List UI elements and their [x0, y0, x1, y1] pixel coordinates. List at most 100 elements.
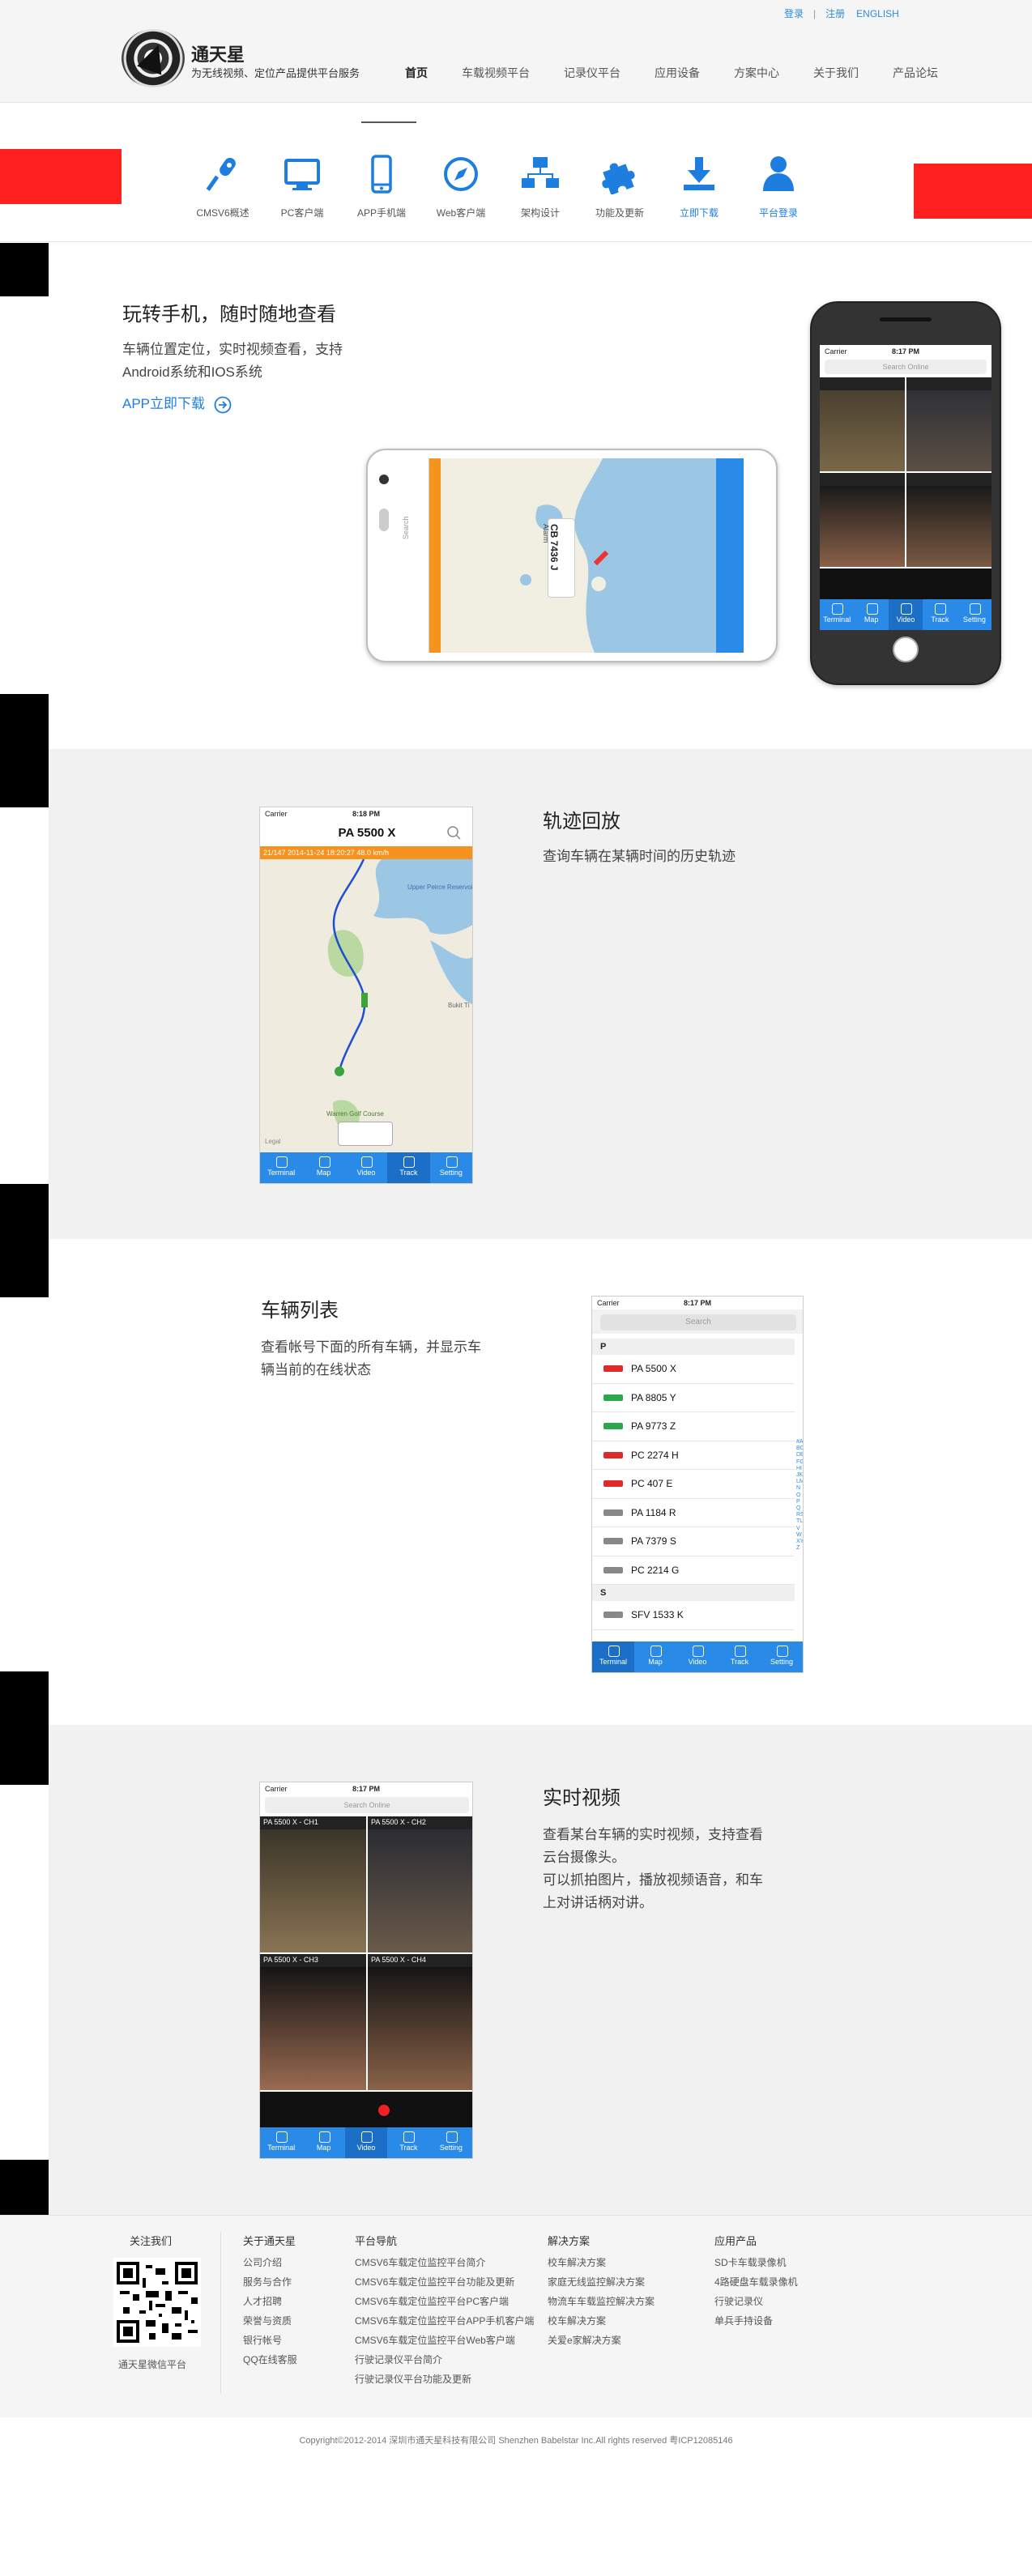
vehicle-row[interactable]: PC 407 E: [592, 1470, 795, 1499]
nav-recorder-platform[interactable]: 记录仪平台: [564, 65, 620, 81]
footer-link[interactable]: 家庭无线监控解决方案: [548, 2272, 655, 2292]
footer-link[interactable]: 行驶记录仪平台简介: [355, 2350, 534, 2369]
footer-link[interactable]: 关爱e家解决方案: [548, 2331, 655, 2350]
login-link[interactable]: 登录: [784, 8, 804, 19]
footer-link[interactable]: CMSV6车载定位监控平台Web客户端: [355, 2331, 534, 2350]
footer-link[interactable]: 校车解决方案: [548, 2253, 655, 2272]
register-link[interactable]: 注册: [825, 8, 845, 19]
video-ch2[interactable]: [906, 377, 991, 471]
footer-link[interactable]: 校车解决方案: [548, 2311, 655, 2331]
tab-track[interactable]: Track: [719, 1641, 761, 1672]
tab-video[interactable]: Video: [888, 599, 923, 630]
nav-vehicle-video-platform[interactable]: 车载视频平台: [462, 65, 530, 81]
tab-terminal[interactable]: Terminal: [592, 1641, 634, 1672]
footer-link[interactable]: QQ在线客服: [243, 2350, 297, 2369]
tab-video[interactable]: Video: [676, 1641, 719, 1672]
tab-video[interactable]: Video: [344, 2127, 388, 2158]
wechat-qr-code: [113, 2258, 201, 2347]
subnav-platform-login[interactable]: 平台登录: [746, 154, 811, 219]
vehicle-row[interactable]: PC 2214 G: [592, 1556, 795, 1585]
vehicle-row[interactable]: PA 5500 X: [592, 1355, 795, 1384]
android-tabbar: [716, 458, 744, 653]
vehicle-row[interactable]: PA 9773 Z: [592, 1412, 795, 1441]
tab-video[interactable]: Video: [345, 1152, 387, 1183]
vehicle-search-input[interactable]: Search: [600, 1314, 796, 1331]
footer-link[interactable]: 物流车车载监控解决方案: [548, 2292, 655, 2311]
video-ch1[interactable]: [820, 377, 905, 471]
vehicle-row[interactable]: SFV 1533 K: [592, 1601, 795, 1630]
vehicle-status-icon: [603, 1423, 623, 1429]
map-label-golf: Warren Golf Course: [326, 1110, 384, 1118]
tab-track[interactable]: Track: [387, 1152, 430, 1183]
video-channel-2[interactable]: PA 5500 X - CH2: [368, 1816, 472, 1952]
subnav-cmsv6-overview[interactable]: CMSV6概述: [190, 154, 255, 219]
video-channel-1[interactable]: PA 5500 X - CH1: [260, 1816, 366, 1952]
video-search-input[interactable]: Search Online: [265, 1797, 469, 1813]
footer-link[interactable]: 行驶记录仪平台功能及更新: [355, 2369, 534, 2389]
playback-controls[interactable]: [338, 1122, 393, 1146]
iphone-search[interactable]: Search Online: [825, 360, 987, 374]
footer-link[interactable]: 公司介绍: [243, 2253, 297, 2272]
alphabet-index[interactable]: #ABCDEFGHIJKLMNOPQRSTUVWXYZ: [796, 1439, 803, 1552]
earpiece: [880, 317, 932, 321]
footer-link[interactable]: CMSV6车载定位监控平台功能及更新: [355, 2272, 534, 2292]
vehicle-row[interactable]: PA 8805 Y: [592, 1383, 795, 1412]
footer-link[interactable]: 4路硬盘车载录像机: [714, 2272, 798, 2292]
nav-solutions[interactable]: 方案中心: [734, 65, 779, 81]
footer-link[interactable]: CMSV6车载定位监控平台PC客户端: [355, 2292, 534, 2311]
iphone-tabbar: Terminal Map Video Track Setting: [820, 599, 991, 630]
subnav-download[interactable]: 立即下载: [667, 154, 731, 219]
subnav-web-client[interactable]: Web客户端: [429, 154, 493, 219]
vehicle-row[interactable]: PC 2274 H: [592, 1441, 795, 1470]
alarm-callout[interactable]: CB 7436 J Alarm: [542, 518, 575, 598]
tab-map[interactable]: Map: [634, 1641, 676, 1672]
footer-link[interactable]: 银行帐号: [243, 2331, 297, 2350]
vehicle-row[interactable]: PA 1184 R: [592, 1498, 795, 1527]
video-channel-3[interactable]: PA 5500 X - CH3: [260, 1954, 366, 2090]
subnav-architecture[interactable]: 架构设计: [508, 154, 573, 219]
footer-link[interactable]: CMSV6车载定位监控平台APP手机客户端: [355, 2311, 534, 2331]
tab-setting[interactable]: Setting: [430, 2127, 472, 2158]
section-vehicle-list-text-2: 辆当前的在线状态: [261, 1362, 371, 1377]
footer-platform: 平台导航 CMSV6车载定位监控平台简介 CMSV6车载定位监控平台功能及更新 …: [355, 2232, 534, 2389]
tab-terminal[interactable]: Terminal: [260, 1152, 302, 1183]
search-icon[interactable]: [446, 825, 463, 841]
divider: [0, 241, 1032, 242]
footer-link[interactable]: 行驶记录仪: [714, 2292, 798, 2311]
vehicle-status-icon: [603, 1612, 623, 1618]
footer-link[interactable]: 单兵手持设备: [714, 2311, 798, 2331]
logo-icon[interactable]: [122, 29, 185, 87]
tab-map[interactable]: Map: [302, 1152, 344, 1183]
video-ch4[interactable]: [906, 473, 991, 567]
home-button[interactable]: [893, 637, 919, 662]
footer-link[interactable]: 人才招聘: [243, 2292, 297, 2311]
footer-link[interactable]: 服务与合作: [243, 2272, 297, 2292]
tab-track[interactable]: Track: [387, 2127, 429, 2158]
footer-link[interactable]: CMSV6车载定位监控平台简介: [355, 2253, 534, 2272]
tab-map[interactable]: Map: [302, 2127, 344, 2158]
nav-devices[interactable]: 应用设备: [655, 65, 700, 81]
tab-setting[interactable]: Setting: [430, 1152, 472, 1183]
nav-home[interactable]: 首页: [405, 65, 428, 81]
subnav-app-client[interactable]: APP手机端: [349, 154, 414, 219]
video-toolbar: [260, 2092, 472, 2129]
subnav-pc-client[interactable]: PC客户端: [270, 154, 335, 219]
subnav-features[interactable]: 功能及更新: [587, 154, 652, 219]
monitor-icon: [284, 159, 320, 190]
tab-setting[interactable]: Setting: [957, 599, 991, 630]
tab-terminal[interactable]: Terminal: [260, 2127, 302, 2158]
english-link[interactable]: ENGLISH: [856, 8, 899, 19]
nav-forum[interactable]: 产品论坛: [893, 65, 938, 81]
tab-map[interactable]: Map: [854, 599, 888, 630]
app-download-link[interactable]: APP立即下载: [122, 392, 232, 414]
tab-terminal[interactable]: Terminal: [820, 599, 854, 630]
video-ch3[interactable]: [820, 473, 905, 567]
record-button[interactable]: [378, 2105, 390, 2116]
footer-link[interactable]: SD卡车载录像机: [714, 2253, 798, 2272]
tab-track[interactable]: Track: [923, 599, 957, 630]
vehicle-row[interactable]: PA 7379 S: [592, 1527, 795, 1556]
footer-link[interactable]: 荣誉与资质: [243, 2311, 297, 2331]
video-channel-4[interactable]: PA 5500 X - CH4: [368, 1954, 472, 2090]
nav-about[interactable]: 关于我们: [813, 65, 859, 81]
tab-setting[interactable]: Setting: [761, 1641, 803, 1672]
